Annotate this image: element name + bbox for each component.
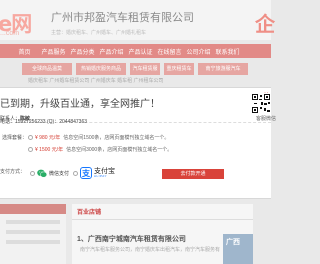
modal-headline: 已到期，升级百业通，享全网推广！: [0, 99, 160, 110]
sidebar-line: [6, 220, 60, 224]
package-desc: 信息空间3000条，店网页面模刊独立域名一个。: [66, 147, 173, 153]
main-nav: 首页 产品服务 产品分类 产品介绍 产品认证 在线留言 公司介绍 联系我们: [0, 44, 271, 58]
svg-text:支: 支: [81, 168, 91, 178]
qr-label: 客服微信: [256, 116, 277, 122]
nav-item-intro[interactable]: 产品介绍: [97, 47, 126, 56]
company-title: 广州市邦盈汽车租赁有限公司: [51, 12, 194, 24]
nav-item-about[interactable]: 公司介绍: [184, 47, 213, 56]
shop-card-desc: 南宁汽车租车服务公司，南宁婚庆车出租汽车，南宁汽车服务有: [80, 247, 221, 253]
nav-item-messages[interactable]: 在线留言: [155, 47, 184, 56]
package-price: ¥ 1500 元/年: [35, 147, 64, 153]
category-item[interactable]: 汽车租赁服: [130, 63, 160, 75]
package-option-980[interactable]: ¥ 980 元/年 信息空间1500条，店网页面模刊独立域名一个。: [28, 134, 169, 141]
subcategory-links[interactable]: 婚庆租车 广州婚车租赁公司 广州婚庆车 婚车租 广州租车公司: [28, 77, 164, 84]
nav-item-contact[interactable]: 联系我们: [213, 47, 242, 56]
nav-item-products[interactable]: 产品服务: [39, 47, 68, 56]
alipay-brand: 支付宝 ALIPAY: [94, 168, 115, 178]
shop-card-header: 百业店铺: [72, 204, 253, 220]
package-desc: 信息空间1500条，店网页面模刊独立域名一个。: [63, 135, 170, 141]
phone-line: 电话：15927256233 (Q)：2044847363: [0, 119, 88, 125]
shop-card-name[interactable]: 1、广西南宁城南汽车租赁有限公司: [77, 234, 186, 244]
shop-thumbnail-text: 广西: [226, 239, 240, 246]
upgrade-modal: 已到期，升级百业通，享全网推广！ × 联系人：陈敏 客服微信 选择套餐： ¥ 9…: [0, 87, 276, 199]
package-price: ¥ 980 元/年: [35, 135, 61, 141]
radio-button[interactable]: [30, 171, 35, 176]
package-label: 选择套餐：: [2, 135, 28, 141]
wechat-pay-label: 微信支付: [49, 171, 70, 177]
radio-button[interactable]: [28, 147, 33, 152]
shop-thumbnail[interactable]: 广西: [223, 234, 253, 264]
category-item[interactable]: 南宁旅游服汽车: [198, 63, 248, 75]
sidebar-line: [6, 230, 60, 234]
category-item[interactable]: 热销婚庆服务商品: [76, 63, 126, 75]
category-item[interactable]: 重庆租赁车: [164, 63, 194, 75]
alipay-sub: ALIPAY: [94, 174, 108, 178]
site-logo-sub: ...com: [0, 30, 20, 37]
pay-submit-button[interactable]: 去付款开通: [162, 169, 224, 179]
category-item[interactable]: 全球商品温莫: [22, 63, 72, 75]
sidebar-header: [0, 204, 66, 214]
radio-button[interactable]: [28, 135, 33, 140]
nav-item-certification[interactable]: 产品认证: [126, 47, 155, 56]
radio-button[interactable]: [73, 170, 78, 176]
wechat-pay-option[interactable]: 微信支付: [30, 169, 69, 178]
wechat-icon: [37, 169, 47, 178]
package-option-1500[interactable]: ¥ 1500 元/年 信息空间3000条，店网页面模刊独立域名一个。: [28, 146, 172, 153]
wechat-qr-code: [251, 93, 271, 114]
alipay-option[interactable]: 支 支付宝 ALIPAY: [73, 167, 115, 179]
payment-method-label: 支付方式：: [0, 169, 26, 175]
nav-item-categories[interactable]: 产品分类: [68, 47, 97, 56]
corner-logo: 企: [255, 12, 275, 36]
company-business: 主营：婚庆租车、广州婚车、广州婚礼租车: [51, 30, 147, 36]
alipay-icon: 支: [80, 167, 92, 179]
nav-item-home[interactable]: 首页: [10, 47, 39, 56]
site-header: e网 ...com 广州市邦盈汽车租赁有限公司 主营：婚庆租车、广州婚车、广州婚…: [0, 0, 275, 40]
sidebar-panel: [0, 204, 66, 264]
shop-card: 百业店铺 1、广西南宁城南汽车租赁有限公司 南宁汽车租车服务公司，南宁婚庆车出租…: [72, 204, 253, 264]
category-bar: 全球商品温莫 热销婚庆服务商品 汽车租赁服 重庆租赁车 南宁旅游服汽车: [0, 63, 271, 77]
sidebar-line: [6, 240, 60, 244]
